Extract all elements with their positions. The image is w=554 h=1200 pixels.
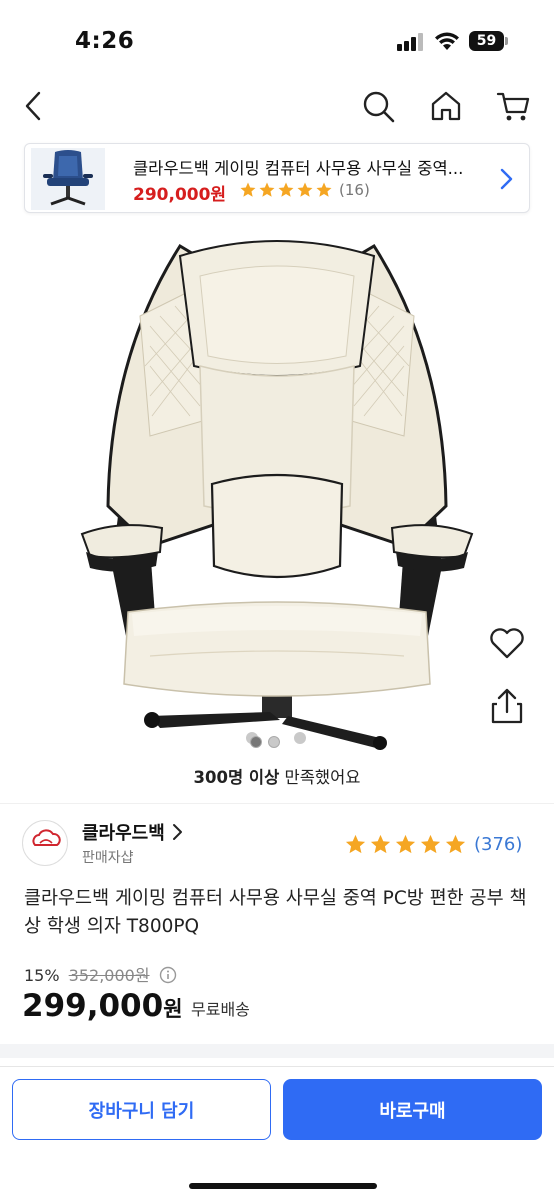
chevron-right-icon[interactable] xyxy=(170,822,184,842)
mini-review-count: (16) xyxy=(339,181,370,199)
product-image[interactable] xyxy=(0,216,554,756)
wifi-icon xyxy=(435,32,459,50)
back-arrow-icon[interactable] xyxy=(14,86,54,126)
mini-product-thumbnail xyxy=(31,148,105,210)
section-divider xyxy=(0,1044,554,1058)
pagination-dot[interactable] xyxy=(268,736,280,748)
original-price: 352,000원 xyxy=(68,966,150,985)
status-time: 4:26 xyxy=(75,28,135,54)
review-count-link[interactable]: (376) xyxy=(474,834,522,855)
star-icon xyxy=(345,834,366,854)
chevron-right-icon[interactable] xyxy=(496,166,516,192)
status-bar: 4:26 59 xyxy=(0,0,554,80)
star-icon xyxy=(240,182,256,197)
star-icon xyxy=(395,834,416,854)
top-nav xyxy=(0,80,554,136)
add-to-cart-button[interactable]: 장바구니 담기 xyxy=(12,1079,271,1140)
shipping-info: 무료배송 xyxy=(191,1000,250,1019)
mini-product-title: 클라우드백 게이밍 컴퓨터 사무용 사무실 중역... xyxy=(133,159,464,178)
battery-icon: 59 xyxy=(469,31,509,51)
price-value: 299,000 xyxy=(22,988,164,1024)
seller-name[interactable]: 클라우드백 xyxy=(82,819,165,845)
final-price: 299,000원 xyxy=(22,988,183,1024)
buy-now-button[interactable]: 바로구매 xyxy=(283,1079,542,1140)
share-icon[interactable] xyxy=(489,686,525,726)
star-icon xyxy=(370,834,391,854)
pagination-dot-active[interactable] xyxy=(250,736,262,748)
heart-icon[interactable] xyxy=(487,625,527,661)
price-unit: 원 xyxy=(163,997,183,1021)
mini-rating-stars xyxy=(239,181,333,199)
divider xyxy=(0,803,554,804)
seller-type: 판매자샵 xyxy=(82,850,134,866)
mini-product-price: 290,000원 xyxy=(133,185,227,205)
star-icon xyxy=(297,182,313,197)
battery-level: 59 xyxy=(469,31,504,51)
star-icon xyxy=(259,182,275,197)
search-icon[interactable] xyxy=(358,86,398,126)
satisfaction-text: 300명 이상 만족했어요 xyxy=(0,764,554,788)
mini-product-card[interactable]: 클라우드백 게이밍 컴퓨터 사무용 사무실 중역... 290,000원 (16… xyxy=(24,143,530,213)
home-indicator[interactable] xyxy=(189,1183,377,1189)
product-title: 클라우드백 게이밍 컴퓨터 사무용 사무실 중역 PC방 편한 공부 책상 학생… xyxy=(24,888,527,937)
satisfaction-label: 만족했어요 xyxy=(279,768,361,787)
cloud-logo-icon xyxy=(32,829,61,846)
home-icon[interactable] xyxy=(426,86,466,126)
signal-icon xyxy=(397,33,425,51)
seller-logo[interactable] xyxy=(22,820,68,866)
star-icon xyxy=(420,834,441,854)
info-icon[interactable] xyxy=(159,966,177,984)
star-icon xyxy=(445,834,466,854)
star-icon xyxy=(278,182,294,197)
bottom-action-bar: 장바구니 담기 바로구매 xyxy=(0,1066,554,1200)
image-pagination[interactable] xyxy=(250,736,280,748)
discount-row: 15% 352,000원 xyxy=(24,962,177,986)
satisfaction-count: 300명 이상 xyxy=(193,768,280,787)
discount-percent: 15% xyxy=(24,966,60,985)
rating-stars[interactable] xyxy=(344,833,467,856)
cart-icon[interactable] xyxy=(494,86,534,126)
star-icon xyxy=(316,182,332,197)
